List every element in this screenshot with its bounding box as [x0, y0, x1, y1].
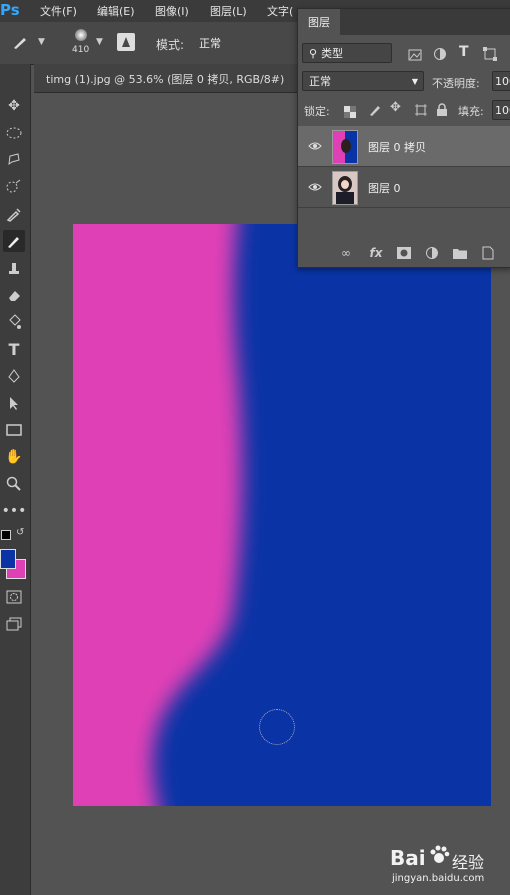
- adjustment-filter-icon[interactable]: [433, 46, 447, 65]
- brush-panel-icon[interactable]: [117, 33, 135, 51]
- screen-mode-icon[interactable]: [3, 613, 25, 635]
- eraser-tool-icon[interactable]: [3, 284, 25, 306]
- menu-layer[interactable]: 图层(L): [210, 3, 247, 19]
- brush-tool-icon[interactable]: [12, 36, 30, 53]
- lock-position-icon[interactable]: ✥: [390, 100, 401, 115]
- zoom-tool-icon[interactable]: [3, 473, 25, 495]
- type-filter-icon[interactable]: T: [459, 44, 469, 60]
- document-title: timg (1).jpg @ 53.6% (图层 0 拷贝, RGB/8#): [46, 73, 285, 86]
- layer-thumbnail: [332, 171, 358, 205]
- opacity-value: 100: [495, 74, 510, 88]
- clone-stamp-tool-icon[interactable]: [3, 257, 25, 279]
- mode-value: 正常: [199, 37, 221, 50]
- tab-layers[interactable]: 图层: [298, 9, 340, 35]
- rectangle-tool-icon[interactable]: [3, 419, 25, 441]
- eyedropper-tool-icon[interactable]: [3, 203, 25, 225]
- paint-bucket-tool-icon[interactable]: [3, 311, 25, 333]
- marquee-tool-icon[interactable]: [3, 122, 25, 144]
- blend-row: 正常 ▼ 不透明度: 100: [298, 71, 510, 95]
- menu-type[interactable]: 文字(: [267, 3, 293, 19]
- panel-tab-bar: 图层: [298, 9, 510, 35]
- opacity-label: 不透明度:: [432, 77, 480, 90]
- watermark-brand: Bai: [390, 846, 426, 870]
- menu-file[interactable]: 文件(F): [40, 3, 77, 19]
- filter-kind-value: 类型: [321, 47, 344, 60]
- paw-icon: [428, 844, 450, 870]
- filter-kind-dropdown[interactable]: ⚲ 类型: [302, 43, 392, 63]
- lock-row: 锁定: ✥ 填充: 100: [298, 100, 510, 122]
- fill-value: 100: [495, 103, 510, 117]
- quick-mask-icon[interactable]: [3, 586, 25, 608]
- visibility-eye-icon[interactable]: [308, 138, 322, 152]
- fill-label: 填充:: [458, 105, 484, 118]
- filter-row: ⚲ 类型 T: [298, 43, 510, 67]
- group-folder-icon[interactable]: [452, 245, 468, 261]
- new-layer-icon[interactable]: [480, 245, 496, 261]
- mode-dropdown[interactable]: 正常: [193, 33, 293, 53]
- layer-row[interactable]: 图层 0 拷贝: [298, 126, 510, 167]
- layer-name: 图层 0 拷贝: [368, 141, 426, 154]
- photoshop-logo: Ps: [0, 1, 20, 19]
- brush-tool-icon[interactable]: [3, 230, 25, 252]
- document-canvas[interactable]: [73, 224, 491, 806]
- blend-mode-value: 正常: [309, 75, 331, 88]
- layers-panel-footer: ∞ fx: [298, 237, 510, 267]
- watermark-brand-cn: 经验: [452, 853, 485, 872]
- menu-edit[interactable]: 编辑(E): [97, 3, 135, 19]
- tools-panel: ✥ T ✋ ••• ↺: [0, 64, 31, 895]
- mode-label: 模式:: [156, 38, 185, 52]
- menu-image[interactable]: 图像(I): [155, 3, 189, 19]
- swap-colors-icon[interactable]: ↺: [16, 527, 24, 538]
- pixel-filter-icon[interactable]: [408, 46, 422, 65]
- brush-tip-icon: [75, 29, 87, 41]
- lock-pixels-icon[interactable]: [368, 102, 382, 121]
- fill-field[interactable]: 100: [492, 100, 510, 120]
- pen-tool-icon[interactable]: [3, 365, 25, 387]
- quick-select-tool-icon[interactable]: [3, 176, 25, 198]
- move-tool-icon[interactable]: ✥: [3, 95, 25, 117]
- baidu-jingyan-watermark: Bai 经验 jingyan.baidu.com: [390, 838, 505, 888]
- watermark-url: jingyan.baidu.com: [392, 873, 485, 884]
- fx-icon[interactable]: fx: [368, 245, 384, 261]
- adjustment-layer-icon[interactable]: [424, 245, 440, 261]
- lock-transparent-icon[interactable]: [344, 103, 356, 122]
- lock-all-icon[interactable]: [436, 102, 448, 121]
- path-select-tool-icon[interactable]: [3, 392, 25, 414]
- layer-name: 图层 0: [368, 182, 401, 195]
- more-tools-icon[interactable]: •••: [2, 500, 27, 522]
- chevron-down-icon[interactable]: ▼: [38, 37, 45, 47]
- lock-artboard-icon[interactable]: [414, 102, 428, 121]
- default-colors-icon[interactable]: [1, 530, 11, 540]
- add-mask-icon[interactable]: [396, 245, 412, 261]
- layer-row[interactable]: 图层 0: [298, 167, 510, 208]
- blend-mode-dropdown[interactable]: 正常 ▼: [302, 71, 424, 91]
- brush-size-label: 410: [72, 45, 90, 55]
- lock-label: 锁定:: [304, 105, 330, 118]
- link-layers-icon[interactable]: ∞: [338, 245, 354, 261]
- foreground-color-swatch[interactable]: [0, 549, 16, 569]
- layers-panel: 图层 ⚲ 类型 T 正常 ▼ 不透明度: 100 锁定:: [297, 8, 510, 268]
- brush-cursor: [259, 709, 295, 745]
- type-tool-icon[interactable]: T: [3, 338, 25, 360]
- search-icon: ⚲: [309, 46, 318, 60]
- chevron-down-icon: ▼: [411, 76, 418, 86]
- hand-tool-icon[interactable]: ✋: [3, 446, 25, 468]
- brush-preset-picker[interactable]: 410: [66, 27, 98, 59]
- chevron-down-icon[interactable]: ▼: [96, 37, 103, 47]
- lasso-tool-icon[interactable]: [3, 149, 25, 171]
- visibility-eye-icon[interactable]: [308, 179, 322, 193]
- layer-thumbnail: [332, 130, 358, 164]
- opacity-field[interactable]: 100: [492, 71, 510, 91]
- shape-filter-icon[interactable]: [483, 46, 497, 65]
